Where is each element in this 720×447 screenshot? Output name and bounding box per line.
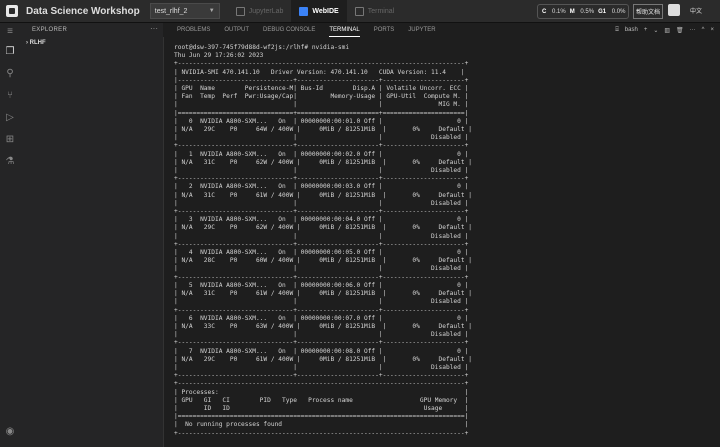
gpu-row: | N/A 31C P0 61W / 400W | 0MiB / 81251Mi…	[174, 290, 473, 298]
processes-header: | GPU GI CI PID Type Process name GPU Me…	[174, 396, 469, 404]
gpu-usage: 0.0%	[611, 8, 626, 15]
gpu-row: | 0 NVIDIA A800-SXM... On | 00000000:00:…	[174, 117, 469, 125]
source-control-icon[interactable]: ⑂	[4, 89, 16, 101]
terminal-line: |-------------------------------+-------…	[174, 76, 469, 84]
folder-rlhf[interactable]: › RLHF	[26, 40, 46, 46]
jupyter-icon	[235, 6, 245, 16]
app-logo-icon	[6, 5, 18, 17]
gpu-row: | 1 NVIDIA A800-SXM... On | 00000000:00:…	[174, 150, 469, 158]
gpu-row: | | | Disabled |	[174, 134, 469, 142]
gpu-row: | | | Disabled |	[174, 232, 469, 240]
processes-header: | ID ID Usage |	[174, 404, 469, 412]
more-actions-icon[interactable]: ···	[150, 24, 158, 33]
gpu-row: | N/A 29C P0 61W / 400W | 0MiB / 81251Mi…	[174, 355, 473, 363]
gpu-row: | 2 NVIDIA A800-SXM... On | 00000000:00:…	[174, 183, 469, 191]
close-icon[interactable]: ×	[710, 27, 714, 33]
terminal-line: | Fan Temp Perf Pwr:Usage/Cap| Memory-Us…	[174, 93, 469, 101]
gpu-row: | 3 NVIDIA A800-SXM... On | 00000000:00:…	[174, 216, 469, 224]
tab-jupyter[interactable]: JUPYTER	[408, 23, 435, 37]
app-title: Data Science Workshop	[26, 5, 140, 17]
trash-icon[interactable]: 🗑	[676, 27, 684, 34]
terminal-line: | | | MIG M. |	[174, 101, 469, 109]
terminal-line: |===============================+=======…	[174, 109, 469, 117]
terminal-line: +-------------------------------+-------…	[174, 306, 469, 314]
cpu-usage: 0.1%	[552, 8, 566, 15]
flask-icon[interactable]: ⚗	[4, 155, 16, 167]
language-switch[interactable]: 中文	[690, 6, 702, 15]
gpu-row: | | | Disabled |	[174, 331, 469, 339]
extensions-icon[interactable]: ⊞	[4, 133, 16, 145]
tab-webide[interactable]: WebIDE	[291, 0, 347, 22]
gpu-row: | | | Disabled |	[174, 298, 469, 306]
help-docs-button[interactable]: 帮助文档	[633, 4, 663, 19]
tab-terminal[interactable]: Terminal	[347, 0, 402, 22]
explorer-title: EXPLORER	[32, 27, 68, 33]
terminal-line: | NVIDIA-SMI 470.141.10 Driver Version: …	[174, 68, 465, 76]
terminal-command: root@dsw-397-745f79d88d-wf2js:/rlhf# nvi…	[174, 44, 350, 51]
processes-empty: | No running processes found |	[174, 421, 469, 429]
tab-ports[interactable]: PORTS	[374, 23, 395, 37]
gpu-row: | 4 NVIDIA A800-SXM... On | 00000000:00:…	[174, 249, 469, 257]
gpu-row: | | | Disabled |	[174, 363, 469, 371]
processes-title: | Processes: |	[174, 388, 469, 396]
account-icon[interactable]: ◉	[4, 425, 16, 437]
avatar[interactable]	[668, 4, 680, 16]
mem-usage: 0.5%	[580, 8, 595, 15]
terminal-line: +-------------------------------+-------…	[174, 372, 469, 380]
terminal-line: +-------------------------------+-------…	[174, 175, 469, 183]
panel-tabs: PROBLEMS OUTPUT DEBUG CONSOLE TERMINAL P…	[163, 23, 720, 37]
terminal-line: +-------------------------------+-------…	[174, 208, 469, 216]
gpu-row: | N/A 31C P0 61W / 400W | 0MiB / 81251Mi…	[174, 191, 473, 199]
resource-stats[interactable]: C 0.1% M 0.5% G1 0.0%	[537, 4, 629, 19]
split-terminal-icon[interactable]: ▥	[664, 27, 670, 34]
files-icon[interactable]: ❐	[4, 45, 16, 57]
bash-terminal-icon: ⌸	[615, 26, 619, 33]
gpu-row: | | | Disabled |	[174, 167, 469, 175]
chevron-down-icon: ▼	[208, 8, 215, 14]
panel-tools: ⌸ bash + ⌄ ▥ 🗑 ··· ^ ×	[609, 23, 714, 37]
more-actions-icon[interactable]: ···	[690, 27, 696, 33]
gpu-row: | N/A 29C P0 62W / 400W | 0MiB / 81251Mi…	[174, 224, 473, 232]
menu-icon[interactable]: ≡	[4, 25, 16, 37]
terminal-line: +---------------------------------------…	[174, 60, 469, 68]
terminal-line: +-------------------------------+-------…	[174, 273, 469, 281]
terminal-line: +---------------------------------------…	[174, 429, 469, 437]
new-terminal-icon[interactable]: +	[644, 27, 648, 33]
tab-terminal-panel[interactable]: TERMINAL	[329, 23, 360, 37]
terminal-output[interactable]: root@dsw-397-745f79d88d-wf2js:/rlhf# nvi…	[174, 44, 714, 447]
terminal-line: +-------------------------------+-------…	[174, 142, 469, 150]
terminal-line: +-------------------------------+-------…	[174, 339, 469, 347]
terminal-line: +---------------------------------------…	[174, 380, 469, 388]
tab-debug-console[interactable]: DEBUG CONSOLE	[263, 23, 315, 37]
gpu-row: | N/A 33C P0 63W / 400W | 0MiB / 81251Mi…	[174, 322, 473, 330]
gpu-row: | 6 NVIDIA A800-SXM... On | 00000000:00:…	[174, 314, 469, 322]
terminal-icon	[354, 6, 364, 16]
activity-bar: ≡ ❐ ⚲ ⑂ ▷ ⊞ ⚗ ◉	[0, 23, 20, 447]
gpu-row: | | | Disabled |	[174, 199, 469, 207]
shell-select[interactable]: bash	[625, 27, 638, 33]
chevron-down-icon[interactable]: ⌄	[653, 27, 658, 34]
gpu-row: | 5 NVIDIA A800-SXM... On | 00000000:00:…	[174, 281, 469, 289]
tab-jupyterlab[interactable]: JupyterLab	[228, 0, 292, 22]
instance-select[interactable]: test_rlhf_2 ▼	[149, 3, 220, 19]
gpu-row: | N/A 28C P0 60W / 400W | 0MiB / 81251Mi…	[174, 257, 473, 265]
maximize-icon[interactable]: ^	[702, 27, 705, 33]
gpu-row: | 7 NVIDIA A800-SXM... On | 00000000:00:…	[174, 347, 469, 355]
terminal-line: +-------------------------------+-------…	[174, 240, 469, 248]
terminal-date: Thu Jun 29 17:26:02 2023	[174, 52, 264, 60]
gpu-row: | N/A 29C P0 64W / 400W | 0MiB / 81251Mi…	[174, 126, 473, 134]
terminal-line: |=======================================…	[174, 413, 469, 421]
terminal-line: | GPU Name Persistence-M| Bus-Id Disp.A …	[174, 85, 469, 93]
webide-icon	[299, 6, 309, 16]
run-debug-icon[interactable]: ▷	[4, 111, 16, 123]
gpu-row: | | | Disabled |	[174, 265, 469, 273]
tab-output[interactable]: OUTPUT	[224, 23, 249, 37]
tool-tabs: JupyterLab WebIDE Terminal	[228, 0, 402, 22]
gpu-row: | N/A 31C P0 62W / 400W | 0MiB / 81251Mi…	[174, 158, 473, 166]
tab-problems[interactable]: PROBLEMS	[177, 23, 210, 37]
explorer-sidebar: EXPLORER ··· › RLHF	[20, 23, 164, 447]
instance-select-value: test_rlhf_2	[154, 7, 188, 15]
search-icon[interactable]: ⚲	[4, 67, 16, 79]
